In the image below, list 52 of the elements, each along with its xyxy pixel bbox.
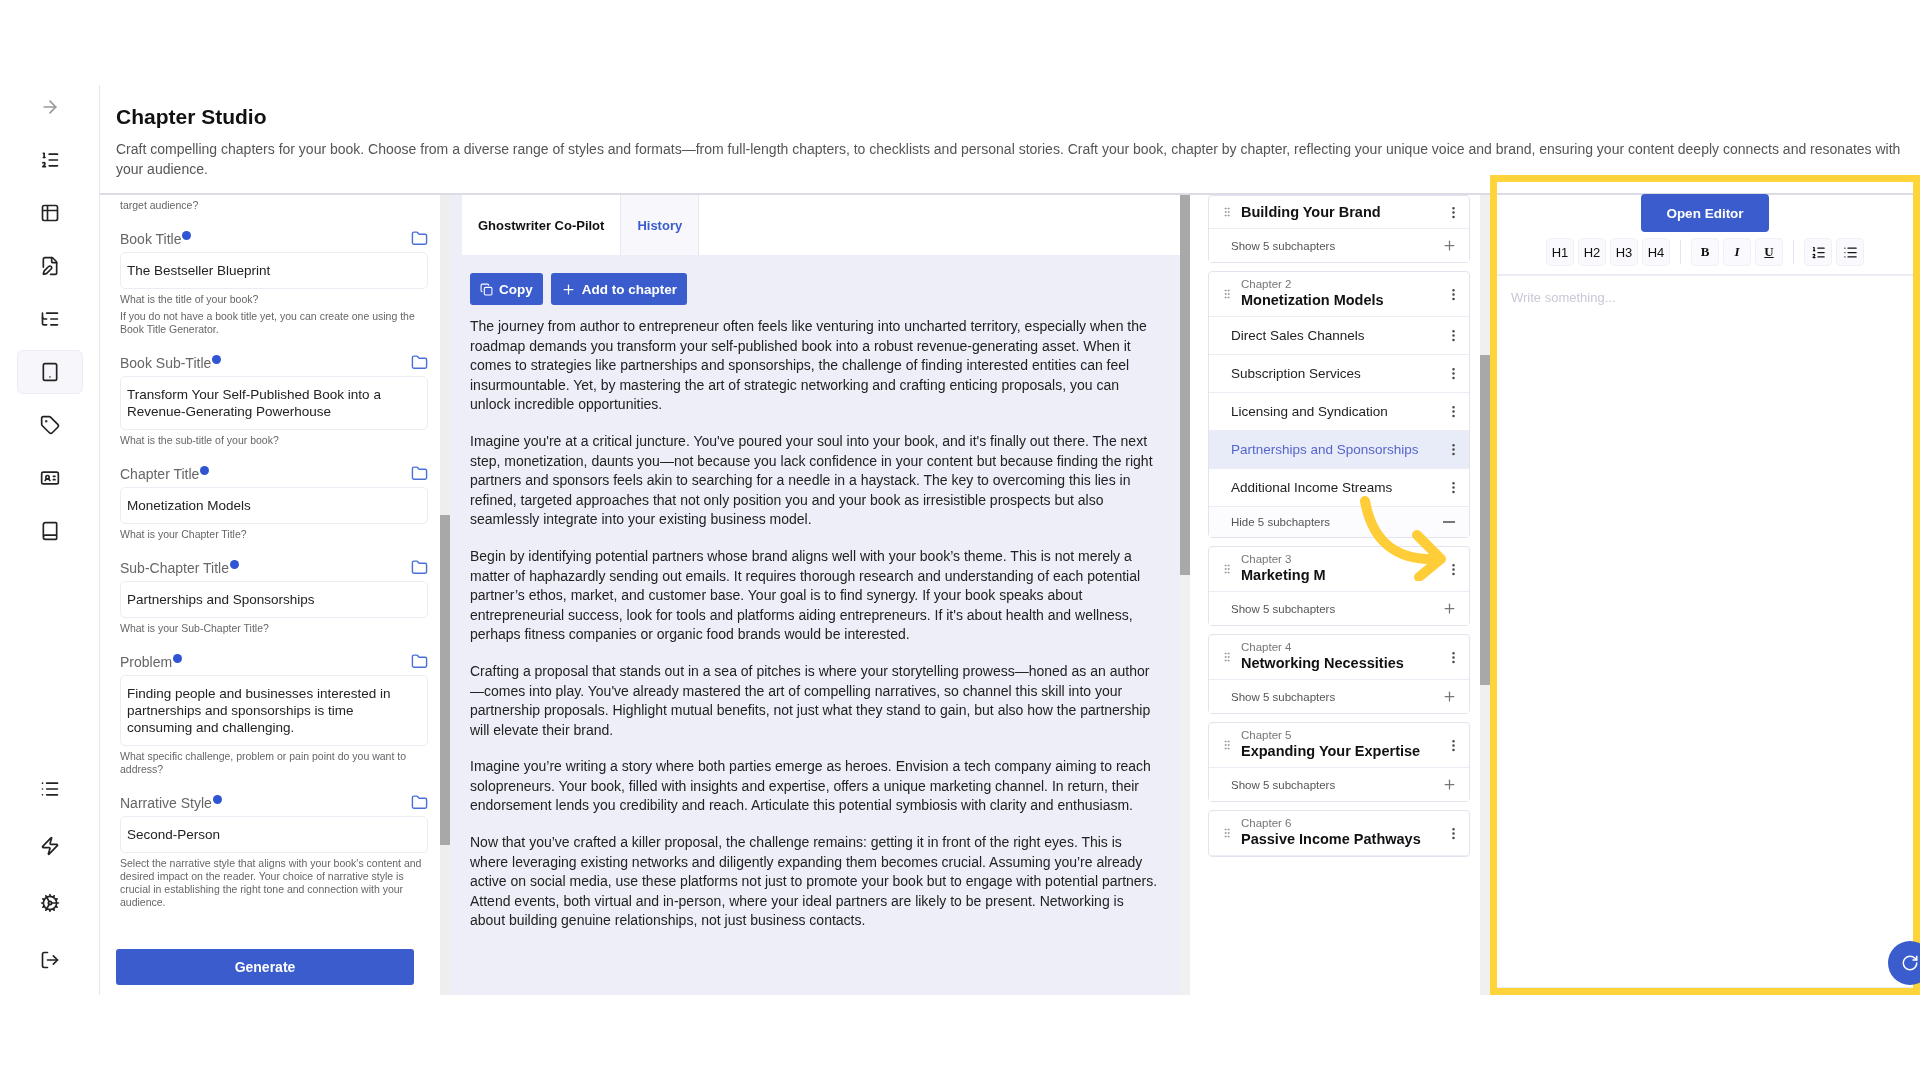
field-label: Narrative Style (120, 794, 222, 811)
input-field[interactable]: Partnerships and Sponsorships (120, 581, 428, 618)
field-label: Book Title (120, 230, 192, 247)
input-field[interactable]: Second-Person (120, 816, 428, 853)
italic-button[interactable]: I (1723, 238, 1751, 266)
field-label: Sub-Chapter Title (120, 559, 239, 576)
field-hint: What specific challenge, problem or pain point do you want to address? (120, 750, 407, 776)
heading-button[interactable]: H1 (1546, 238, 1574, 266)
copy-button[interactable]: Copy (470, 273, 543, 305)
tab[interactable]: History (621, 195, 700, 255)
input-field[interactable]: The Bestseller Blueprint (120, 252, 428, 289)
field-hint: What is the sub-title of your book? (120, 434, 280, 447)
subchapter-item[interactable]: Partnerships and Sponsorships (1209, 431, 1469, 469)
chapter-title[interactable]: Passive Income Pathways (1241, 829, 1446, 849)
heading-button[interactable]: H2 (1578, 238, 1606, 266)
generated-paragraph: The journey from author to entrepreneur often feels like venturing into uncharted territory, especially when the roadmap demands you transform your self-published book into a robust revenue-generating asset. When it comes to strategies like partnerships and sponsorships, the challenge of finding interested entities can feel insurmountable. Yet, by mastering the art of strategic networking and crafting enticing proposals, you can unlock incredible opportunities. (470, 317, 1148, 415)
field-hint: target audience? (120, 199, 200, 212)
input-field[interactable]: Monetization Models (120, 487, 428, 524)
field-hint: If you do not have a book title yet, you can create one using the Book Title Generator. (120, 310, 416, 336)
heading-button[interactable]: H3 (1610, 238, 1638, 266)
field-hint: What is the title of your book? (120, 293, 260, 306)
generated-paragraph: Imagine you’re writing a story where both parties emerge as heroes. Envision a tech company aiming to reach solopreneurs. Your book, filled with insights and expertise, offers a unique marketing channel. In return, their endorsement lends you credibility and reach. Articulate this potential symbiosis with clarity and enthusiasm. (470, 757, 1152, 816)
bold-button[interactable]: B (1691, 238, 1719, 266)
input-field[interactable]: Finding people and businesses interested in partnerships and sponsorships is time consuming and challenging. (120, 675, 428, 746)
chapter-title[interactable]: Building Your Brand (1241, 202, 1446, 222)
generated-paragraph: Begin by identifying potential partners whose brand aligns well with your book’s theme. This is not merely a matter of haphazardly sending out emails. It requires thorough research and understanding of each potential partner’s ethos, market, and customer base. Your goal is to find synergy. If your book speaks about entrepreneurial success, look for tools and platforms aiding entrepreneurs. If it's about health and wellness, perhaps fitness companies or organic food brands would be interested. (470, 546, 1142, 645)
page-title: Chapter Studio (116, 105, 268, 129)
chapter-title[interactable]: Expanding Your Expertise (1241, 741, 1446, 761)
field-hint: What is your Chapter Title? (120, 528, 248, 541)
field-label: Chapter Title (120, 465, 210, 482)
page-description: Craft compelling chapters for your book. Choose from a diverse range of styles and formats—from full-length chapters, to checklists and personal stories. Craft your book, chapter by chapter, reflecting your unique voice and brand, ensuring your content deeply connects and resonates with your audience. (116, 140, 1902, 179)
generated-paragraph: Crafting a proposal that stands out in a sea of pitches is where your storytelling prowess—honed as an author—comes into play. You've already mastered the art of compelling narratives, so channel this skill into your partnership proposals. Highlight mutual benefits, not just what they stand to gain, but also how the partnership will elevate their brand. (470, 661, 1152, 740)
chapter-number: Chapter 2 (1241, 278, 1293, 290)
chapter-number: Chapter 5 (1241, 729, 1293, 741)
generated-paragraph: Now that you’ve crafted a killer proposal, the challenge remains: getting it in front of the right eyes. This is where leveraging existing networks and diligently expanding them becomes crucial. Assuming you’re already active on social media, use these platforms not just to promote your book but to engage with potential partners. Attend events, both virtual and in-person, where your ideal partners are likely to be present. Networking is about building genuine relationships, not just business contacts. (470, 833, 1159, 931)
generate-button[interactable]: Generate (116, 949, 414, 985)
chapter-title[interactable]: Monetization Models (1241, 290, 1446, 310)
field-hint: Select the narrative style that aligns with your book's content and desired impact on the reader. Your choice of narrative style is crucial in establishing the right tone and connection with your audience. (120, 857, 423, 909)
open-editor-button[interactable]: Open Editor (1641, 194, 1769, 232)
chapter-title[interactable]: Networking Necessities (1241, 653, 1446, 673)
input-field[interactable]: Transform Your Self-Published Book into a Revenue-Generating Powerhouse (120, 376, 428, 430)
field-label: Problem (120, 653, 183, 670)
add-to-chapter-button[interactable]: Add to chapter (550, 273, 687, 305)
generated-paragraph: Imagine you're at a critical juncture. You've poured your soul into your book, and it's finally out there. The next step, monetization, daunts you—not because you lack confidence in your content but because finding the right partners and sponsors feels akin to searching for a needle in a haystack. The key to overcoming this lies in refined, targeted approaches that not only position you and your book as irresistible prospects but also seamlessly integrate into your existing business model. (470, 431, 1154, 530)
chapter-number: Chapter 4 (1241, 641, 1293, 653)
field-label: Book Sub-Title (120, 354, 222, 371)
field-hint: What is your Sub-Chapter Title? (120, 622, 270, 635)
underline-button[interactable]: U (1755, 238, 1783, 266)
heading-button[interactable]: H4 (1642, 238, 1670, 266)
chapter-title[interactable]: Marketing M (1241, 565, 1446, 585)
chapter-number: Chapter 6 (1241, 817, 1293, 829)
chapter-number: Chapter 3 (1241, 553, 1293, 565)
